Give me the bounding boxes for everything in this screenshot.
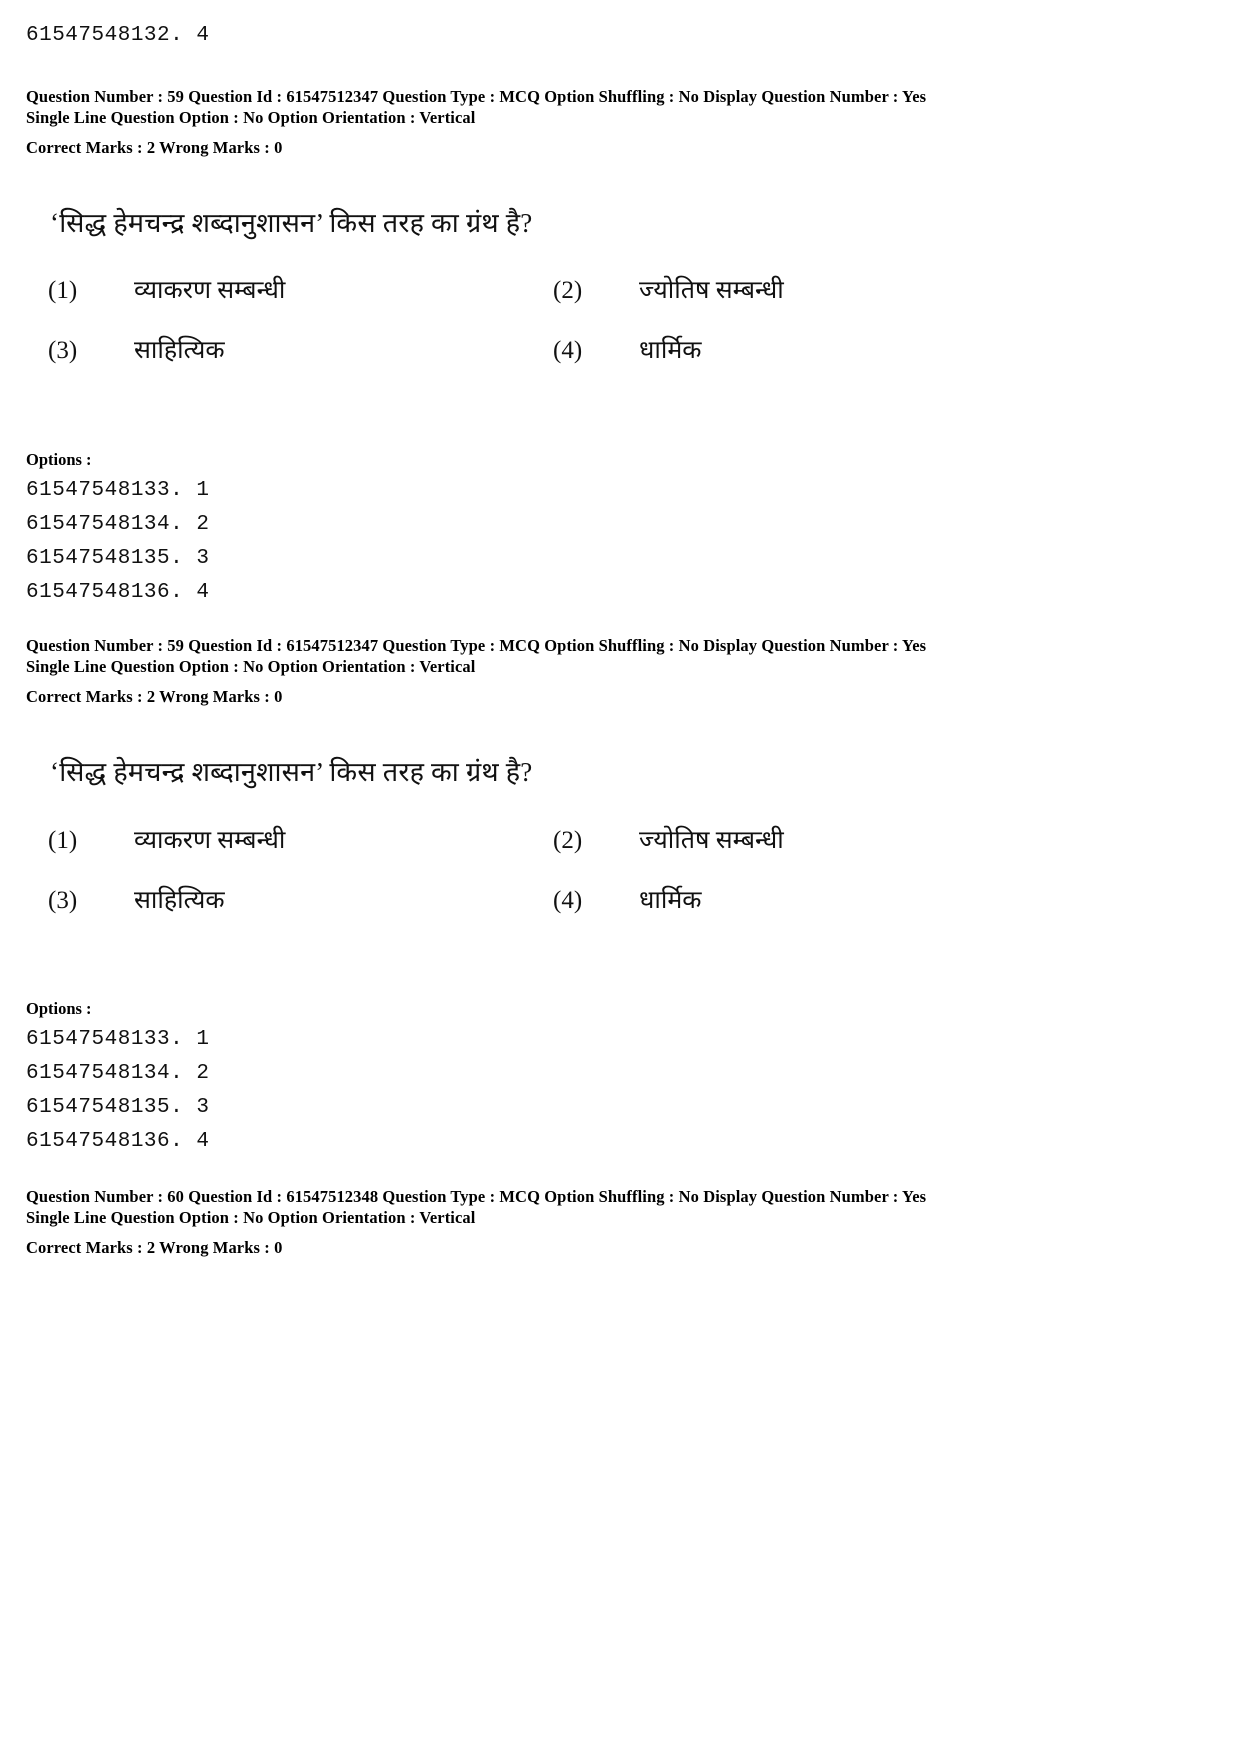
- answer-option-1[interactable]: (1) व्याकरण सम्बन्धी: [48, 822, 553, 856]
- option-id-item: 61547548133. 1: [26, 1028, 210, 1051]
- exam-paper-page: 61547548132. 4 Question Number : 59 Ques…: [0, 0, 1240, 1754]
- answer-option-2-number: (2): [553, 277, 583, 304]
- answer-option-3-label: साहित्यिक: [134, 887, 225, 914]
- question-meta-line-primary: Question Number : 60 Question Id : 61547…: [26, 1187, 927, 1206]
- answer-option-2[interactable]: (2) ज्योतिष सम्बन्धी: [553, 272, 1058, 306]
- answer-options-grid: (1) व्याकरण सम्बन्धी (2) ज्योतिष सम्बन्ध…: [48, 272, 1058, 366]
- options-section-label: Options :: [26, 999, 92, 1018]
- option-id-item: 61547548134. 2: [26, 1062, 210, 1086]
- question-meta-block: Question Number : 59 Question Id : 61547…: [26, 86, 926, 158]
- answer-option-2-number: (2): [553, 827, 583, 854]
- answer-option-4-number: (4): [553, 887, 583, 914]
- option-id-item: 61547548135. 3: [26, 547, 210, 571]
- answer-option-4-label: धार्मिक: [639, 337, 702, 364]
- option-id-item: 61547548133. 1: [26, 479, 210, 502]
- question-statement: ‘सिद्ध हेमचन्द्र शब्दानुशासन’ किस तरह का…: [50, 757, 533, 787]
- question-statement: ‘सिद्ध हेमचन्द्र शब्दानुशासन’ किस तरह का…: [50, 208, 533, 238]
- answer-option-3[interactable]: (3) साहित्यिक: [48, 332, 553, 366]
- question-marks-line: Correct Marks : 2 Wrong Marks : 0: [26, 138, 283, 158]
- option-id-item: 61547548136. 4: [26, 581, 210, 605]
- answer-option-1[interactable]: (1) व्याकरण सम्बन्धी: [48, 272, 553, 306]
- option-id-item: 61547548135. 3: [26, 1096, 210, 1120]
- question-meta-line-secondary: Single Line Question Option : No Option …: [26, 657, 476, 677]
- question-meta-block: Question Number : 59 Question Id : 61547…: [26, 635, 926, 707]
- answer-option-4[interactable]: (4) धार्मिक: [553, 332, 1058, 366]
- answer-option-1-label: व्याकरण सम्बन्धी: [134, 277, 286, 304]
- answer-option-4[interactable]: (4) धार्मिक: [553, 882, 1058, 916]
- question-meta-block: Question Number : 60 Question Id : 61547…: [26, 1186, 926, 1258]
- answer-option-3[interactable]: (3) साहित्यिक: [48, 882, 553, 916]
- question-meta-line-secondary: Single Line Question Option : No Option …: [26, 108, 476, 128]
- answer-option-1-number: (1): [48, 277, 78, 304]
- answer-option-3-label: साहित्यिक: [134, 337, 225, 364]
- question-marks-line: Correct Marks : 2 Wrong Marks : 0: [26, 1238, 283, 1258]
- option-id-item: 61547548136. 4: [26, 1130, 210, 1154]
- answer-option-4-label: धार्मिक: [639, 887, 702, 914]
- answer-option-1-number: (1): [48, 827, 78, 854]
- question-meta-line-primary: Question Number : 59 Question Id : 61547…: [26, 636, 927, 655]
- options-section-label: Options :: [26, 450, 92, 469]
- answer-option-3-number: (3): [48, 887, 78, 914]
- question-meta-line-primary: Question Number : 59 Question Id : 61547…: [26, 87, 927, 106]
- previous-question-option-id: 61547548132. 4: [26, 24, 210, 47]
- question-marks-line: Correct Marks : 2 Wrong Marks : 0: [26, 687, 283, 707]
- option-id-item: 61547548134. 2: [26, 513, 210, 537]
- answer-option-3-number: (3): [48, 337, 78, 364]
- option-id-list: 61547548133. 1 61547548134. 2 6154754813…: [26, 474, 209, 610]
- answer-option-1-label: व्याकरण सम्बन्धी: [134, 827, 286, 854]
- option-id-list: 61547548133. 1 61547548134. 2 6154754813…: [26, 1023, 209, 1159]
- answer-option-4-number: (4): [553, 337, 583, 364]
- answer-option-2-label: ज्योतिष सम्बन्धी: [639, 827, 784, 854]
- answer-options-grid: (1) व्याकरण सम्बन्धी (2) ज्योतिष सम्बन्ध…: [48, 822, 1058, 916]
- answer-option-2[interactable]: (2) ज्योतिष सम्बन्धी: [553, 822, 1058, 856]
- answer-option-2-label: ज्योतिष सम्बन्धी: [639, 277, 784, 304]
- question-meta-line-secondary: Single Line Question Option : No Option …: [26, 1208, 476, 1228]
